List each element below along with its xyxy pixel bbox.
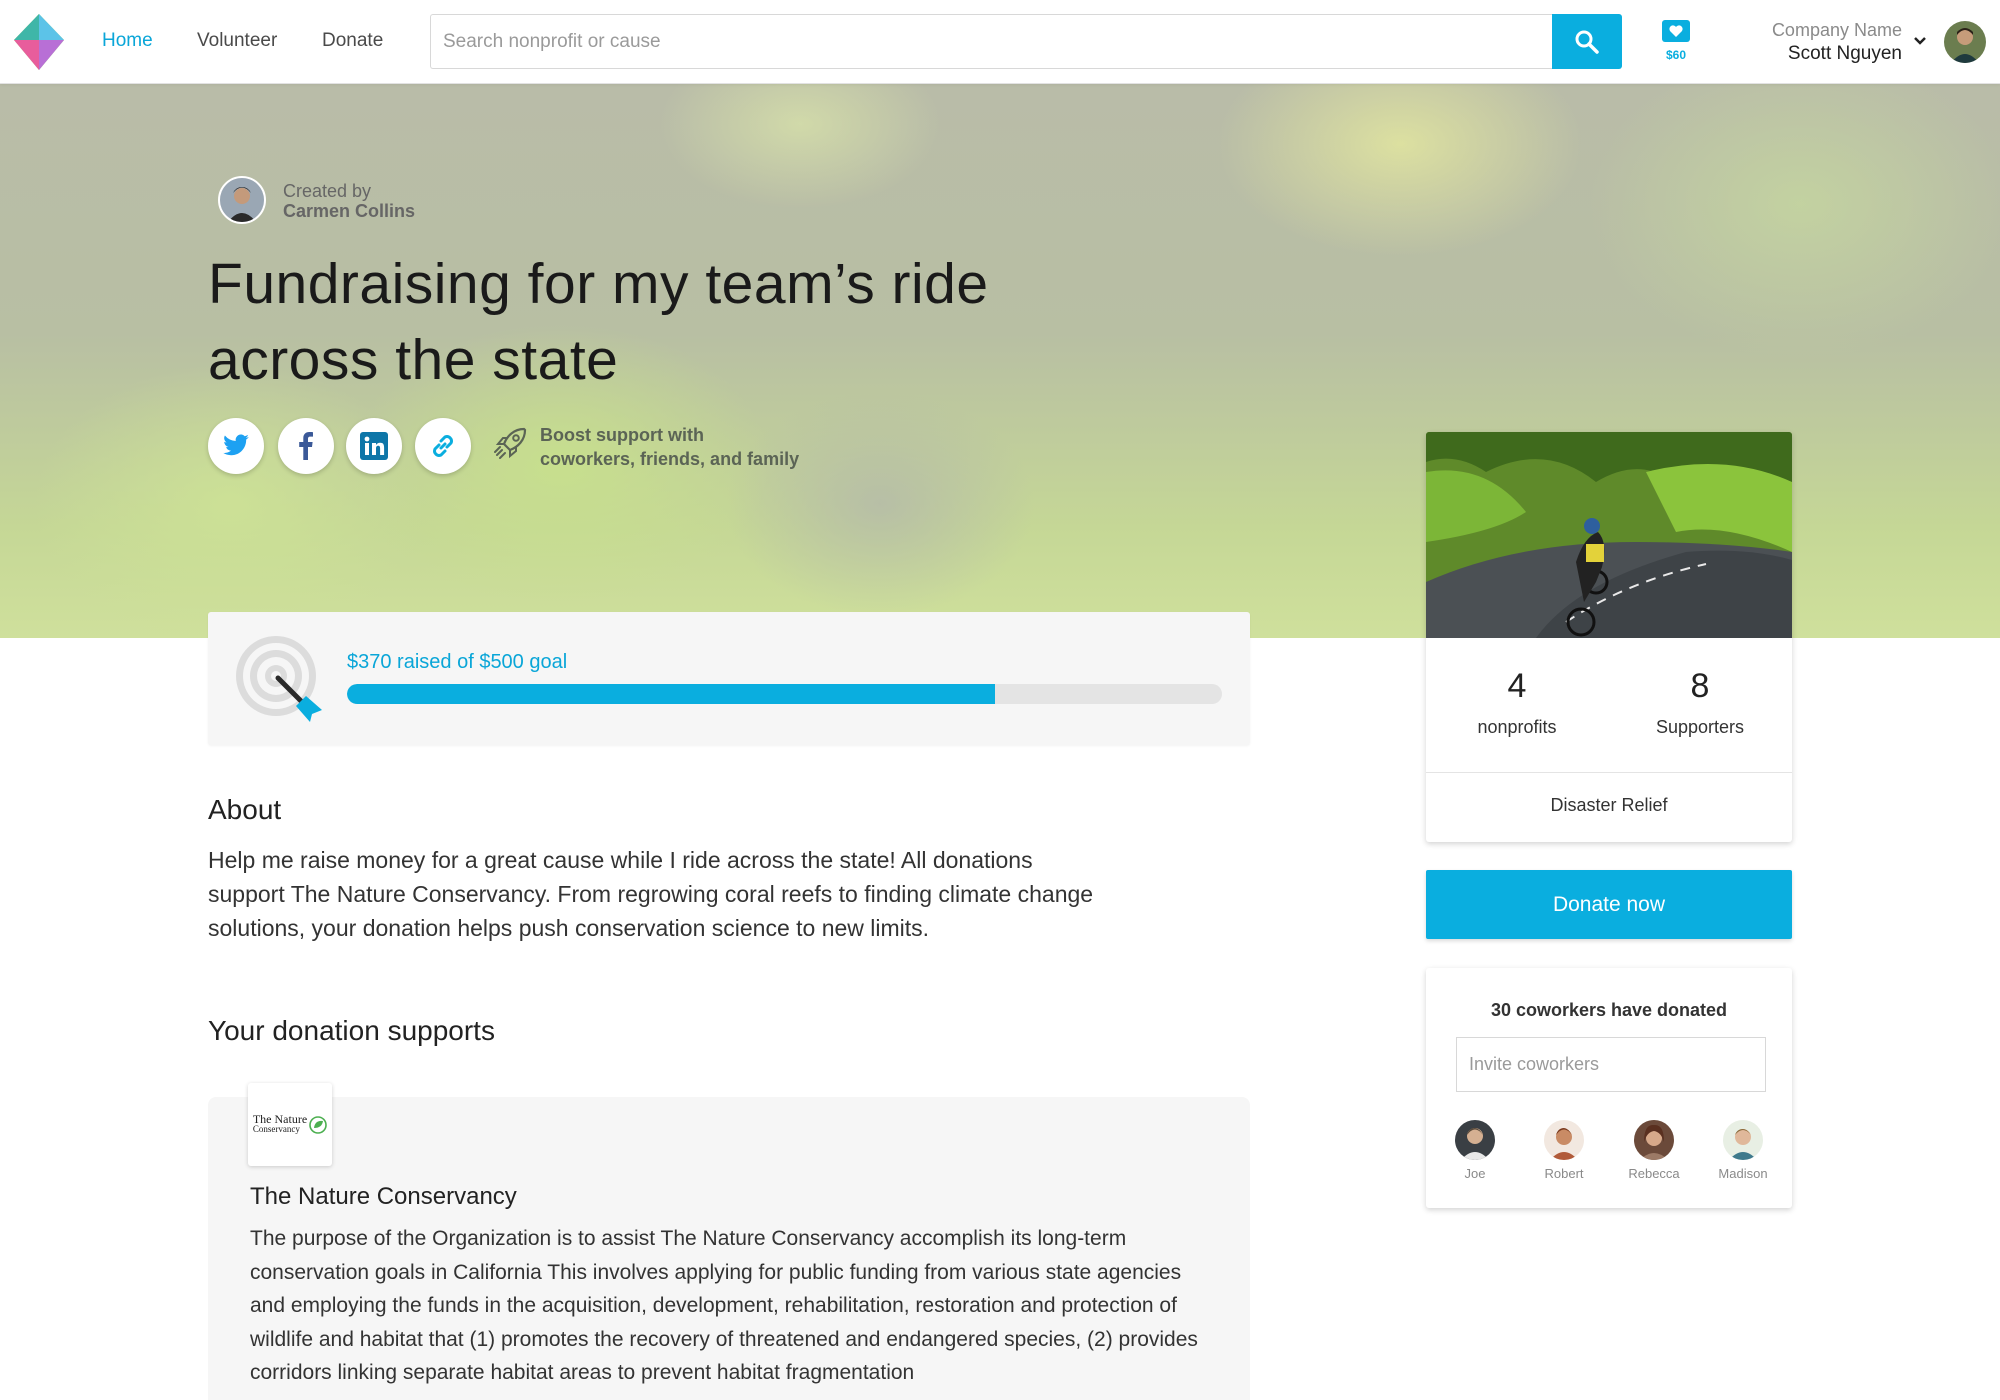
copy-link-button[interactable] (415, 418, 471, 474)
fundraising-goal-card: $370 raised of $500 goal (208, 612, 1250, 745)
facebook-icon (299, 432, 313, 460)
boost-line-1: Boost support with (540, 425, 704, 445)
coworker-avatar (1544, 1120, 1584, 1160)
creator-name[interactable]: Carmen Collins (283, 201, 415, 222)
coworker-madison[interactable]: Madison (1708, 1120, 1778, 1181)
share-twitter-button[interactable] (208, 418, 264, 474)
giving-wallet[interactable]: $60 (1652, 20, 1700, 64)
donate-now-button[interactable]: Donate now (1426, 870, 1792, 939)
nav-volunteer-link[interactable]: Volunteer (197, 30, 277, 52)
chevron-down-icon[interactable] (1912, 34, 1928, 48)
nonprofit-description: The purpose of the Organization is to as… (250, 1227, 1198, 1384)
coworker-joe[interactable]: Joe (1440, 1120, 1510, 1181)
donation-supports-heading: Your donation supports (208, 1015, 495, 1046)
fundraiser-cover-photo (1426, 432, 1792, 638)
search-button[interactable] (1552, 14, 1622, 69)
search-input[interactable] (430, 14, 1553, 69)
rocket-icon (494, 427, 527, 459)
logo-line-2: Conservancy (252, 1124, 300, 1134)
coworkers-donated-card: 30 coworkers have donated Joe Robert Reb… (1426, 968, 1792, 1208)
goal-progress-text: $370 raised of $500 goal (347, 651, 568, 673)
nav-donate-link[interactable]: Donate (322, 30, 383, 52)
target-icon (236, 636, 322, 722)
user-name[interactable]: Scott Nguyen (1788, 43, 1902, 65)
coworker-rebecca[interactable]: Rebecca (1619, 1120, 1689, 1181)
share-linkedin-button[interactable] (346, 418, 402, 474)
nonprofits-label: nonprofits (1477, 717, 1557, 737)
share-facebook-button[interactable] (278, 418, 334, 474)
twitter-icon (223, 434, 249, 456)
coworker-name: Rebecca (1628, 1166, 1680, 1181)
top-navigation: Home Volunteer Donate $60 Company Name S… (0, 0, 2000, 84)
supporters-count: 8 (1690, 667, 1710, 705)
fundraiser-summary-card: 4 nonprofits 8 Supporters Disaster Relie… (1426, 432, 1792, 842)
coworker-robert[interactable]: Robert (1529, 1120, 1599, 1181)
company-name: Company Name (1771, 20, 1902, 40)
creator-avatar[interactable] (218, 176, 266, 224)
nonprofit-name[interactable]: The Nature Conservancy (250, 1183, 517, 1211)
goal-progress-fill (347, 684, 995, 704)
brand-logo[interactable] (14, 14, 64, 70)
cause-tag[interactable]: Disaster Relief (1426, 795, 1792, 816)
boost-line-2: coworkers, friends, and family (540, 449, 800, 469)
coworker-avatar (1455, 1120, 1495, 1160)
link-icon (433, 435, 453, 457)
fundraiser-title: Fundraising for my team’s ride across th… (208, 252, 989, 392)
heart-wallet-icon (1662, 20, 1690, 42)
leaf-icon (309, 1115, 327, 1134)
coworker-avatar (1723, 1120, 1763, 1160)
card-divider (1426, 772, 1792, 773)
linkedin-icon (360, 432, 388, 460)
boost-support-text[interactable]: Boost support with coworkers, friends, a… (540, 423, 799, 471)
coworker-name: Joe (1464, 1166, 1486, 1181)
invite-coworkers-input[interactable] (1456, 1037, 1766, 1092)
user-avatar[interactable] (1944, 21, 1986, 63)
nonprofit-logo-wordmark: The Nature Conservancy (252, 1113, 307, 1134)
coworker-name: Madison (1718, 1166, 1768, 1181)
about-text: Help me raise money for a great cause wh… (208, 847, 1094, 941)
coworkers-donated-title: 30 coworkers have donated (1490, 1000, 1728, 1020)
about-heading: About (208, 794, 282, 825)
created-by-label: Created by (283, 181, 372, 201)
wallet-balance: $60 (1665, 48, 1687, 62)
coworker-name: Robert (1544, 1166, 1584, 1181)
nonprofits-count: 4 (1507, 667, 1527, 705)
search-icon (1575, 30, 1599, 54)
goal-progress-bar (347, 684, 1222, 704)
supporters-label: Supporters (1655, 717, 1745, 737)
coworker-avatar (1634, 1120, 1674, 1160)
nav-home-link[interactable]: Home (102, 30, 153, 52)
nonprofit-logo[interactable]: The Nature Conservancy (248, 1083, 332, 1166)
